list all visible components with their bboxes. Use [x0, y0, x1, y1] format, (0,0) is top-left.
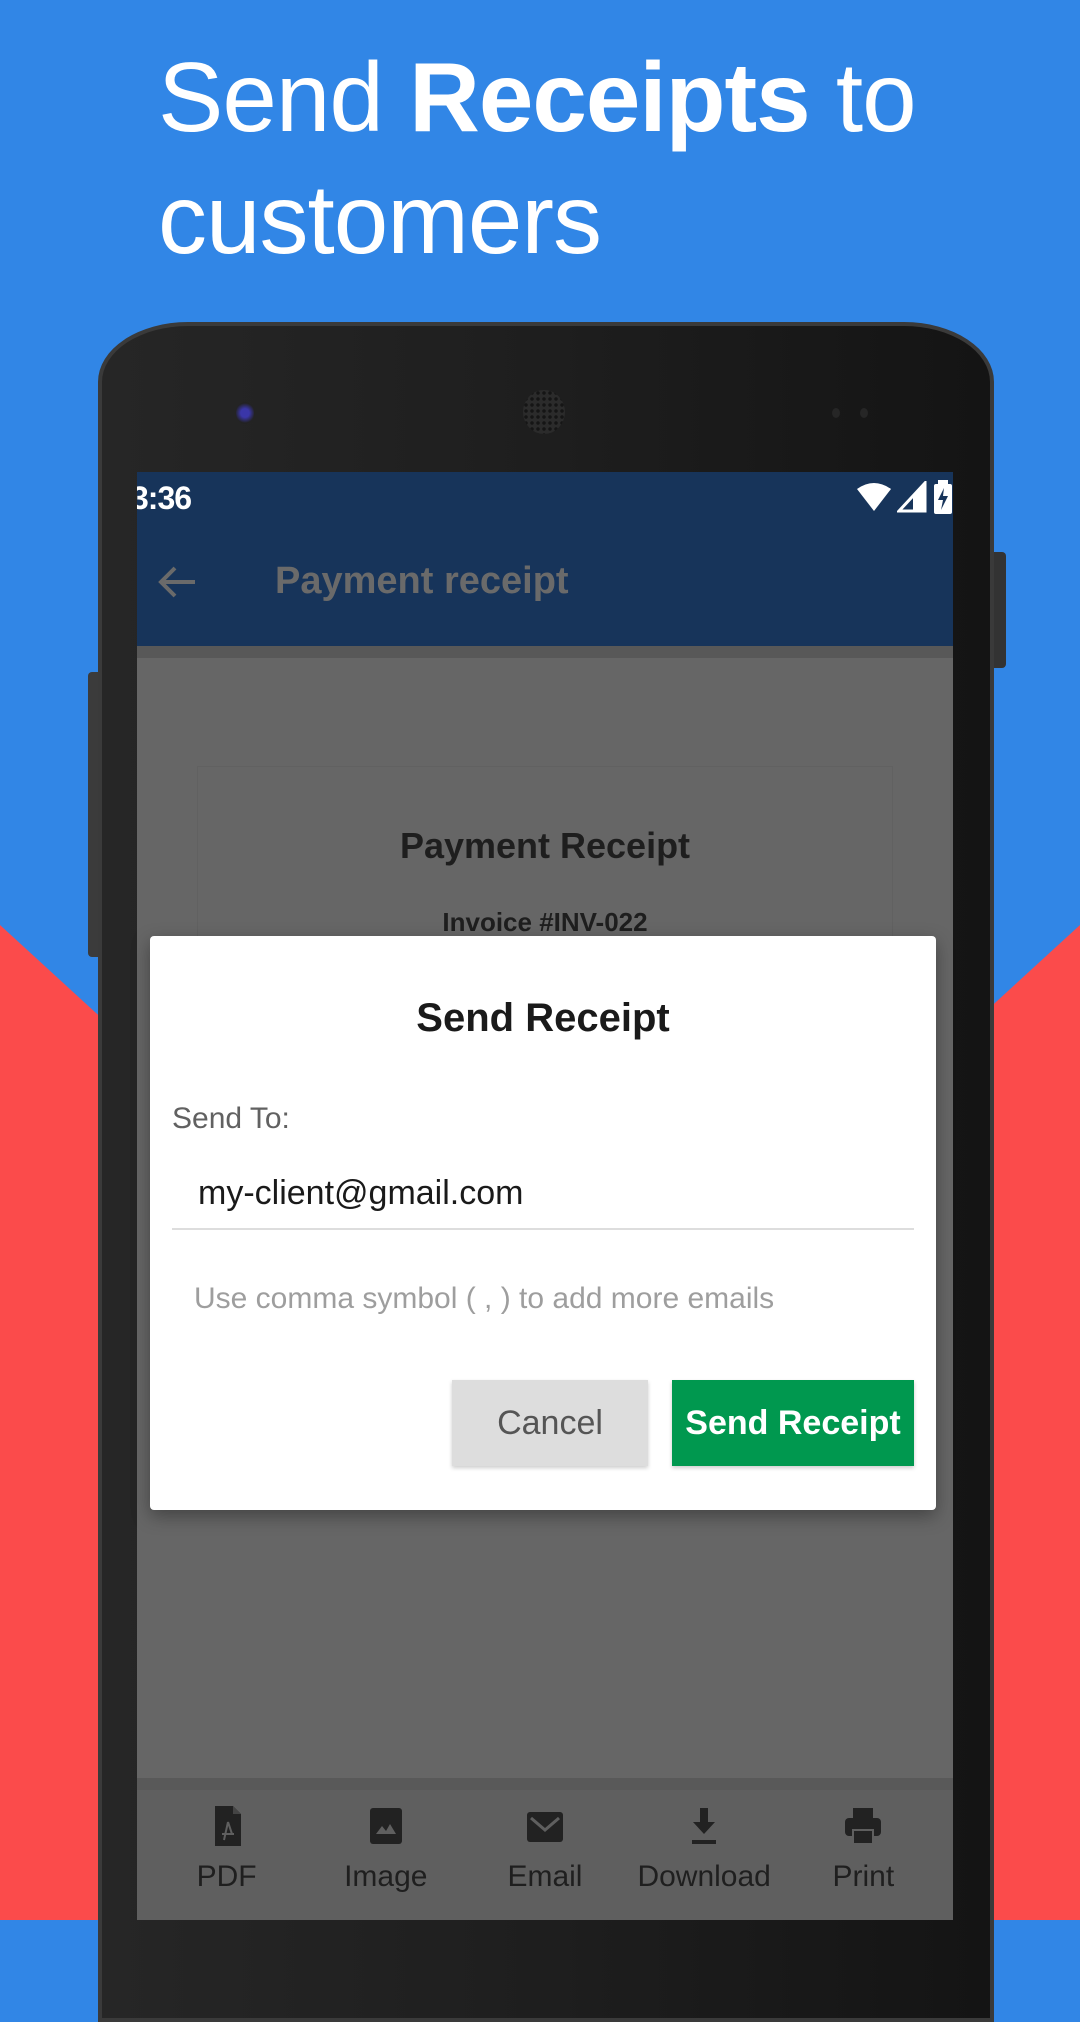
- proximity-sensor: [832, 408, 840, 418]
- action-pdf[interactable]: PDF: [157, 1790, 297, 1920]
- arrow-left-icon: [158, 566, 195, 598]
- action-image-label: Image: [344, 1860, 428, 1893]
- action-download[interactable]: Download: [634, 1790, 774, 1920]
- print-icon: [845, 1808, 882, 1845]
- phone-power-button: [994, 552, 1006, 668]
- bottom-action-bar: PDF Image Email Download Print: [137, 1778, 953, 1920]
- dialog-title: Send Receipt: [416, 996, 670, 1040]
- email-input[interactable]: [172, 1158, 914, 1230]
- battery-charging-icon: [934, 480, 952, 514]
- action-print-label: Print: [832, 1860, 895, 1893]
- back-button[interactable]: [155, 560, 199, 604]
- status-time: 3:36: [137, 480, 192, 516]
- download-icon: [692, 1808, 717, 1844]
- speaker-grille-icon: [523, 390, 565, 434]
- email-icon: [526, 1812, 563, 1842]
- headline-part1: Send: [158, 42, 410, 152]
- send-receipt-dialog: Send Receipt Send To: Use comma symbol (…: [150, 936, 936, 1510]
- wifi-icon: [857, 483, 891, 511]
- promo-headline: Send Receipts to customers: [158, 36, 1018, 280]
- action-pdf-label: PDF: [196, 1860, 257, 1893]
- status-bar: 3:36: [137, 472, 953, 530]
- send-receipt-button[interactable]: Send Receipt: [672, 1380, 914, 1466]
- action-download-label: Download: [637, 1860, 771, 1893]
- action-print[interactable]: Print: [793, 1790, 933, 1920]
- cancel-button[interactable]: Cancel: [452, 1380, 648, 1466]
- action-email-label: Email: [507, 1860, 583, 1893]
- signal-icon: [897, 481, 927, 513]
- pdf-icon: [214, 1806, 241, 1846]
- headline-bold: Receipts: [409, 42, 811, 152]
- receipt-title: Payment Receipt: [399, 825, 691, 866]
- front-camera-icon: [236, 402, 254, 424]
- email-hint-text: Use comma symbol ( , ) to add more email…: [194, 1282, 775, 1315]
- status-icons: [857, 480, 953, 514]
- app-bar: Payment receipt: [137, 530, 953, 658]
- receipt-invoice-number: Invoice #INV-022: [442, 907, 648, 937]
- send-to-label: Send To:: [172, 1102, 290, 1135]
- image-icon: [369, 1808, 402, 1844]
- action-image[interactable]: Image: [316, 1790, 456, 1920]
- action-email[interactable]: Email: [475, 1790, 615, 1920]
- app-bar-title: Payment receipt: [275, 560, 569, 602]
- light-sensor: [860, 408, 868, 418]
